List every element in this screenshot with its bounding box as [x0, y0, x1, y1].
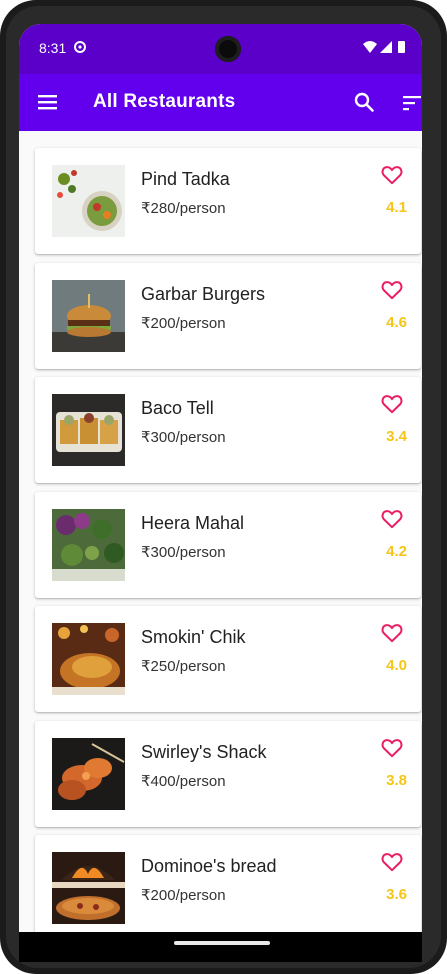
restaurant-name: Garbar Burgers — [141, 283, 266, 304]
restaurant-photo — [52, 394, 125, 466]
restaurant-price: ₹250/person — [141, 658, 226, 675]
heart-outline-icon[interactable] — [381, 852, 403, 872]
search-icon[interactable] — [353, 91, 375, 113]
wifi-icon — [363, 41, 377, 53]
restaurant-name: Pind Tadka — [141, 169, 230, 189]
restaurant-name: Heera Mahal — [141, 512, 245, 533]
heart-outline-icon[interactable] — [381, 165, 403, 185]
restaurant-price: ₹280/person — [141, 200, 226, 217]
restaurant-rating: 4.1 — [386, 199, 407, 216]
restaurant-list[interactable]: Pind Tadka ₹280/person 4.1 Garbar Burger… — [19, 131, 422, 932]
restaurant-price: ₹200/person — [141, 887, 226, 904]
status-time: 8:31 — [39, 40, 67, 56]
status-bar: 8:31 — [19, 24, 422, 74]
heart-outline-icon[interactable] — [381, 280, 403, 300]
restaurant-name: Dominoe's bread — [141, 856, 277, 876]
restaurant-name: Baco Tell — [141, 398, 214, 418]
battery-icon — [398, 41, 405, 53]
restaurant-photo — [52, 508, 125, 581]
restaurant-price: ₹300/person — [141, 429, 226, 446]
navigation-bar — [19, 932, 422, 962]
signal-icon — [380, 41, 392, 53]
restaurant-card[interactable]: Dominoe's bread ₹200/person 3.6 — [35, 835, 421, 932]
restaurant-name: Swirley's Shack — [141, 741, 267, 762]
heart-outline-icon[interactable] — [381, 623, 403, 643]
restaurant-photo — [52, 279, 125, 352]
restaurant-photo — [52, 623, 125, 695]
restaurant-rating: 4.6 — [386, 313, 407, 331]
front-camera — [215, 36, 241, 62]
heart-outline-icon[interactable] — [381, 394, 403, 414]
app-screen: 8:31 All Restaurants Pind Tadka ₹280/per… — [19, 24, 422, 932]
restaurant-rating: 3.4 — [386, 428, 407, 445]
app-bar: All Restaurants — [19, 74, 422, 131]
restaurant-price: ₹400/person — [141, 772, 226, 790]
restaurant-rating: 4.2 — [386, 542, 407, 560]
page-title: All Restaurants — [93, 91, 236, 112]
restaurant-card[interactable]: Swirley's Shack ₹400/person 3.8 — [35, 720, 421, 827]
restaurant-photo — [52, 737, 125, 810]
restaurant-card[interactable]: Garbar Burgers ₹200/person 4.6 — [35, 262, 421, 369]
settings-gear-icon — [74, 41, 86, 53]
restaurant-price: ₹300/person — [141, 543, 226, 561]
heart-outline-icon[interactable] — [381, 738, 403, 758]
restaurant-card[interactable]: Baco Tell ₹300/person 3.4 — [35, 377, 421, 483]
home-gesture-handle[interactable] — [174, 941, 270, 945]
restaurant-price: ₹200/person — [141, 314, 226, 332]
restaurant-name: Smokin' Chik — [141, 627, 246, 647]
restaurant-card[interactable]: Pind Tadka ₹280/person 4.1 — [35, 148, 421, 254]
restaurant-rating: 3.8 — [386, 771, 407, 789]
restaurant-card[interactable]: Smokin' Chik ₹250/person 4.0 — [35, 606, 421, 712]
restaurant-card[interactable]: Heera Mahal ₹300/person 4.2 — [35, 491, 421, 598]
sort-icon[interactable] — [402, 94, 422, 112]
connectivity-icons — [363, 41, 405, 53]
menu-icon[interactable] — [37, 92, 59, 112]
heart-outline-icon[interactable] — [381, 509, 403, 529]
restaurant-rating: 3.6 — [386, 886, 407, 903]
restaurant-rating: 4.0 — [386, 657, 407, 674]
restaurant-photo — [52, 165, 125, 237]
restaurant-photo — [52, 852, 125, 924]
